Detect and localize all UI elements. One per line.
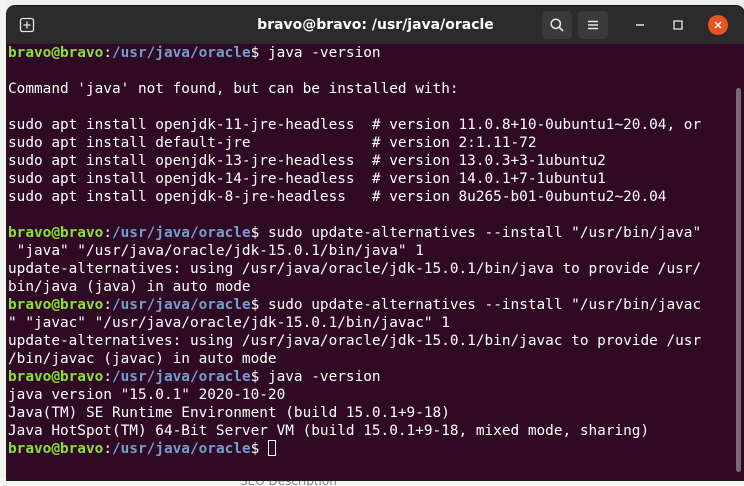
title-bar: bravo@bravo: /usr/java/oracle bbox=[7, 6, 744, 44]
prompt-line: bravo@bravo:/usr/java/oracle$ java -vers… bbox=[8, 368, 732, 386]
prompt-symbol: $ bbox=[250, 45, 268, 61]
prompt-symbol: $ bbox=[250, 225, 268, 241]
command-text: sudo update-alternatives --install "/usr… bbox=[267, 297, 702, 313]
output-line: sudo apt install openjdk-11-jre-headless… bbox=[8, 117, 702, 133]
terminal-output[interactable]: bravo@bravo:/usr/java/oracle$ java -vers… bbox=[7, 44, 732, 480]
minimize-icon bbox=[636, 24, 644, 26]
close-icon bbox=[714, 21, 722, 29]
prompt-separator: : bbox=[103, 441, 112, 457]
prompt-user-host: bravo@bravo bbox=[8, 225, 104, 241]
prompt-user-host: bravo@bravo bbox=[8, 297, 104, 313]
maximize-icon bbox=[673, 20, 683, 30]
prompt-separator: : bbox=[103, 45, 112, 61]
hamburger-menu-icon bbox=[588, 20, 598, 30]
prompt-symbol: $ bbox=[250, 441, 268, 457]
command-text: java -version bbox=[267, 45, 381, 61]
output-line: /bin/javac (javac) in auto mode bbox=[8, 351, 277, 367]
prompt-line: bravo@bravo:/usr/java/oracle$ sudo updat… bbox=[8, 224, 732, 242]
prompt-line: bravo@bravo:/usr/java/oracle$ bbox=[8, 440, 732, 458]
terminal-scrollbar[interactable] bbox=[734, 44, 744, 480]
scrollbar-thumb[interactable] bbox=[736, 88, 741, 472]
output-line: sudo apt install openjdk-14-jre-headless… bbox=[8, 171, 606, 187]
prompt-user-host: bravo@bravo bbox=[8, 45, 104, 61]
command-text: java -version bbox=[267, 369, 381, 385]
prompt-path: /usr/java/oracle bbox=[111, 441, 251, 457]
prompt-symbol: $ bbox=[250, 297, 268, 313]
prompt-separator: : bbox=[103, 369, 112, 385]
prompt-path: /usr/java/oracle bbox=[111, 225, 251, 241]
output-line: sudo apt install openjdk-8-jre-headless … bbox=[8, 189, 667, 205]
output-line: "java" "/usr/java/oracle/jdk-15.0.1/bin/… bbox=[8, 243, 424, 259]
output-line: sudo apt install openjdk-13-jre-headless… bbox=[8, 153, 606, 169]
background-window-edge bbox=[0, 0, 7, 486]
menu-button[interactable] bbox=[578, 11, 608, 39]
output-line: Command 'java' not found, but can be ins… bbox=[8, 81, 459, 97]
prompt-path: /usr/java/oracle bbox=[111, 297, 251, 313]
output-line: " "javac" "/usr/java/oracle/jdk-15.0.1/b… bbox=[8, 315, 450, 331]
search-button[interactable] bbox=[542, 11, 572, 39]
output-line: sudo apt install default-jre # version 2… bbox=[8, 135, 537, 151]
prompt-line: bravo@bravo:/usr/java/oracle$ sudo updat… bbox=[8, 296, 732, 314]
minimize-button[interactable] bbox=[631, 16, 649, 34]
output-line: update-alternatives: using /usr/java/ora… bbox=[8, 333, 702, 349]
prompt-user-host: bravo@bravo bbox=[8, 369, 104, 385]
output-line: bin/java (java) in auto mode bbox=[8, 279, 251, 295]
prompt-path: /usr/java/oracle bbox=[111, 369, 251, 385]
prompt-path: /usr/java/oracle bbox=[111, 45, 251, 61]
close-button[interactable] bbox=[708, 15, 728, 35]
prompt-user-host: bravo@bravo bbox=[8, 441, 104, 457]
output-line: Java HotSpot(TM) 64-Bit Server VM (build… bbox=[8, 423, 650, 439]
search-icon bbox=[550, 18, 564, 32]
command-text: sudo update-alternatives --install "/usr… bbox=[267, 225, 702, 241]
text-cursor bbox=[267, 440, 276, 456]
terminal-window: bravo@bravo: /usr/java/oracle bravo@brav… bbox=[7, 6, 744, 480]
output-line: java version "15.0.1" 2020-10-20 bbox=[8, 387, 286, 403]
prompt-separator: : bbox=[103, 225, 112, 241]
maximize-button[interactable] bbox=[669, 16, 687, 34]
prompt-symbol: $ bbox=[250, 369, 268, 385]
prompt-separator: : bbox=[103, 297, 112, 313]
output-line: Java(TM) SE Runtime Environment (build 1… bbox=[8, 405, 450, 421]
prompt-line: bravo@bravo:/usr/java/oracle$ java -vers… bbox=[8, 44, 732, 62]
output-line: update-alternatives: using /usr/java/ora… bbox=[8, 261, 702, 277]
